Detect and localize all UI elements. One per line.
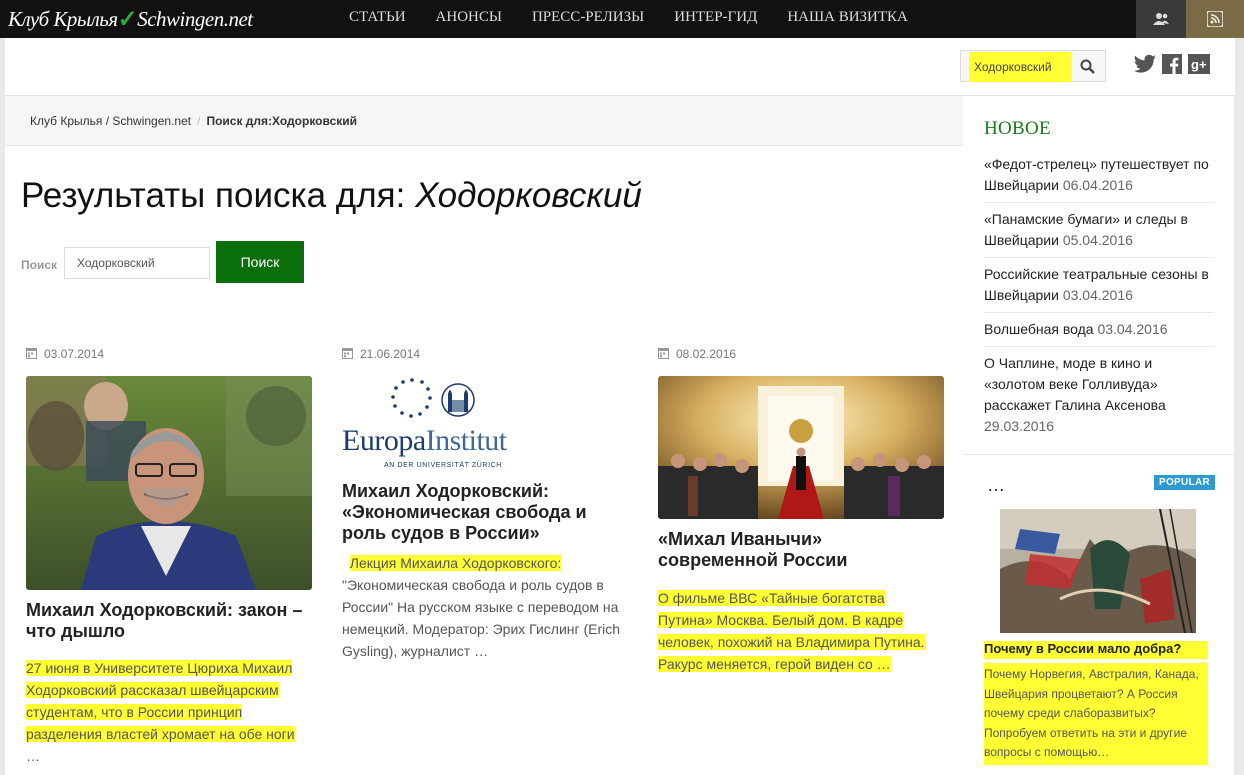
popular-text: Почему Норвегия, Австралия, Канада, Швей… (984, 663, 1208, 765)
calendar-icon (342, 347, 353, 362)
logo-word-1: Europa (342, 424, 426, 457)
result-date: 21.06.2014 (342, 345, 628, 363)
main-menu: СТАТЬИ АНОНСЫ ПРЕСС-РЕЛИЗЫ ИНТЕР-ГИД НАШ… (334, 0, 923, 38)
breadcrumb-home[interactable]: Клуб Крылья / Schwingen.net (30, 114, 191, 128)
result-date: 03.07.2014 (26, 345, 312, 363)
list-item-text: О Чаплине, моде в кино и «золотом веке Г… (984, 355, 1166, 413)
rss-icon[interactable] (1186, 0, 1244, 38)
calendar-icon (26, 347, 37, 362)
logo-text-1: Клуб Крылья (8, 7, 118, 31)
header-bar: g+ (5, 38, 1235, 96)
page-title-query: Ходорковский (415, 176, 642, 215)
svg-text:g+: g+ (1191, 57, 1207, 72)
result-more[interactable]: … (26, 748, 40, 764)
result-date-text: 08.02.2016 (676, 347, 737, 361)
result-title[interactable]: «Михал Иванычи» современной России (658, 529, 944, 571)
breadcrumb-separator: / (197, 114, 201, 128)
result-excerpt: Лекция Михаила Ходорковского: "Экономичес… (342, 552, 628, 662)
list-item-date: 05.04.2016 (1062, 232, 1133, 248)
logo-word-2: Institut (425, 424, 508, 457)
search-form-input[interactable] (64, 247, 210, 279)
result-date-text: 21.06.2014 (360, 347, 421, 361)
list-item[interactable]: «Федот-стрелец» путешествует по Швейцари… (984, 154, 1214, 203)
popular-badge: POPULAR (1154, 475, 1215, 490)
facebook-icon[interactable] (1162, 54, 1182, 79)
result-excerpt-text: "Экономическая свобода и роль судов в Ро… (342, 577, 621, 659)
result-title[interactable]: Михаил Ходорковский: «Экономическая своб… (342, 481, 628, 544)
list-item-date: 29.03.2016 (984, 418, 1055, 434)
breadcrumb-current: Поиск для:Ходорковский (206, 114, 358, 128)
sidebar-new-widget: НОВОЕ «Федот-стрелец» путешествует по Шв… (963, 96, 1234, 454)
menu-item-articles[interactable]: СТАТЬИ (334, 0, 421, 38)
header-search (960, 50, 1106, 82)
logo-text-2: Schwingen.net (137, 7, 253, 31)
logo-check-icon: ✓ (117, 7, 138, 33)
google-plus-icon[interactable]: g+ (1188, 54, 1210, 79)
sidebar-new-title: НОВОЕ (984, 118, 1051, 139)
list-item-text: Волшебная вода (984, 321, 1094, 337)
result-excerpt: О фильме ВВС «Тайные богатства Путина» М… (658, 587, 928, 675)
header-search-input[interactable] (969, 52, 1071, 82)
europa-institut-logo[interactable]: EuropaInstitut AN DER UNIVERSITÄT ZÜRICH (342, 376, 628, 476)
search-form-label: Поиск (21, 258, 58, 272)
breadcrumb: Клуб Крылья / Schwingen.net / Поиск для:Хо… (5, 96, 963, 146)
page-title-prefix: Результаты поиска для: (21, 176, 406, 215)
popular-thumbnail[interactable] (1000, 509, 1196, 633)
logo-wordmark: EuropaInstitut (342, 424, 507, 458)
popular-title[interactable]: Почему в России мало добра? (984, 641, 1208, 659)
list-item[interactable]: Российские театральные сезоны в Швейцари… (984, 264, 1214, 313)
result-title[interactable]: Михаил Ходорковский: закон – что дышло (26, 600, 312, 642)
list-item[interactable]: «Панамские бумаги» и следы в Швейцарии 0… (984, 209, 1214, 258)
calendar-icon (658, 347, 669, 362)
list-item[interactable]: О Чаплине, моде в кино и «золотом веке Г… (984, 353, 1214, 443)
site-logo[interactable]: Клуб Крылья✓Schwingen.net (8, 4, 253, 34)
search-result-card: 03.07.2014 Михаил Ходорковский: закон – … (26, 345, 312, 767)
search-submit-button[interactable]: Поиск (216, 241, 304, 283)
popular-heading: … (987, 475, 1005, 495)
list-item[interactable]: Волшебная вода 03.04.2016 (984, 319, 1214, 347)
search-result-card: 21.06.2014 EuropaInstitut AN DER UNIVERS… (342, 345, 628, 662)
list-item-date: 03.04.2016 (1097, 321, 1168, 337)
user-icon[interactable] (1136, 0, 1186, 38)
sidebar-popular-widget: … POPULAR Почему в России мало добра? По… (963, 454, 1234, 775)
search-icon[interactable] (1069, 51, 1105, 81)
page-title: Результаты поиска для: Ходорковский (21, 176, 642, 216)
menu-item-about[interactable]: НАША ВИЗИТКА (772, 0, 923, 38)
result-excerpt-text: 27 июня в Университете Цюриха Михаил Ход… (26, 660, 295, 742)
list-item-date: 03.04.2016 (1062, 287, 1133, 303)
menu-item-press-releases[interactable]: ПРЕСС-РЕЛИЗЫ (517, 0, 659, 38)
sidebar-new-list: «Федот-стрелец» путешествует по Швейцари… (984, 154, 1214, 449)
result-date: 08.02.2016 (658, 345, 944, 363)
result-excerpt: 27 июня в Университете Цюриха Михаил Ход… (26, 657, 312, 767)
result-excerpt-text: О фильме ВВС «Тайные богатства Путина» М… (658, 590, 925, 672)
result-thumbnail[interactable] (658, 376, 944, 519)
result-thumbnail[interactable] (26, 376, 312, 590)
menu-item-inter-guide[interactable]: ИНТЕР-ГИД (659, 0, 772, 38)
result-excerpt-highlight: Лекция Михаила Ходорковского: (349, 555, 562, 571)
top-navbar: Клуб Крылья✓Schwingen.net СТАТЬИ АНОНСЫ … (0, 0, 1244, 38)
list-item-date: 06.04.2016 (1062, 177, 1133, 193)
twitter-icon[interactable] (1133, 54, 1157, 79)
result-date-text: 03.07.2014 (44, 347, 105, 361)
menu-item-announcements[interactable]: АНОНСЫ (421, 0, 517, 38)
search-result-card: 08.02.2016 «Михал Иванычи» современной Р… (658, 345, 944, 675)
logo-subtitle: AN DER UNIVERSITÄT ZÜRICH (384, 462, 502, 469)
